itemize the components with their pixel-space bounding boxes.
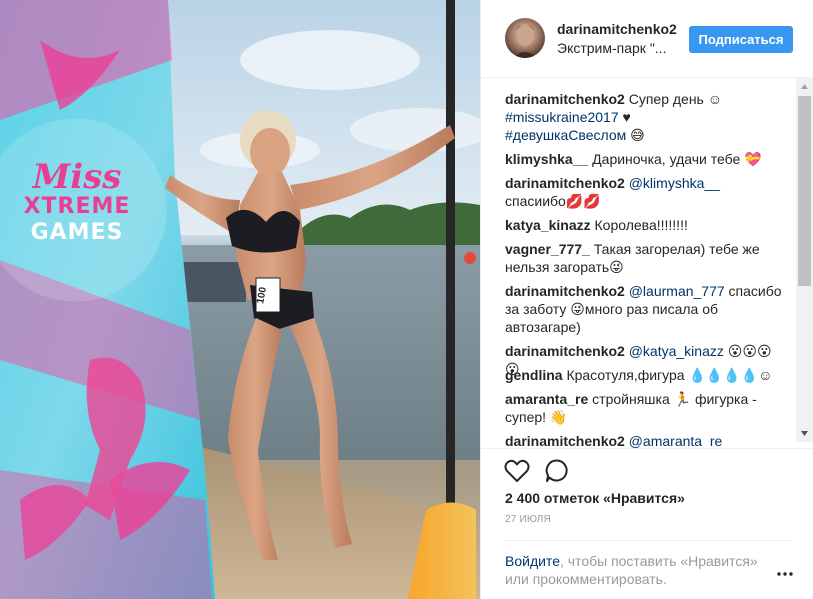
- avatar[interactable]: [505, 18, 545, 58]
- banner-text-games: GAMES: [30, 220, 124, 245]
- photo-illustration: [0, 0, 480, 599]
- comment-line: автозагаре): [505, 318, 785, 336]
- comment-text: Супер день ☺: [624, 91, 723, 107]
- comment-tag-link[interactable]: #missukraine2017: [505, 109, 619, 125]
- comment-text: за заботу 😜много раз писала об: [505, 301, 719, 317]
- comment-line: спасиибо💋💋: [505, 192, 785, 210]
- comment-username[interactable]: katya_kinazz: [505, 217, 591, 233]
- comment-tag-link[interactable]: @katya_kinazz: [629, 343, 724, 359]
- comment-line: #девушкаСвеслом 😅: [505, 126, 785, 144]
- post-photo[interactable]: Miss XTREME GAMES 100: [0, 0, 480, 599]
- comment-text: Красотуля,фигура 💧💧💧💧☺: [562, 367, 773, 383]
- banner-text-miss: Miss: [32, 157, 122, 197]
- scrollbar-thumb[interactable]: [798, 96, 811, 286]
- post-details-panel: darinamitchenko2 Экстрим-парк "... Подпи…: [480, 0, 813, 599]
- post-date[interactable]: 27 ИЮЛЯ: [505, 514, 551, 525]
- comment-username[interactable]: darinamitchenko2: [505, 175, 625, 191]
- comment-tag-link[interactable]: @klimyshka__: [629, 175, 720, 191]
- comment-username[interactable]: gendlina: [505, 367, 563, 383]
- comment-username[interactable]: klimyshka__: [505, 151, 588, 167]
- comment-text: спасиибо💋💋: [505, 193, 601, 209]
- comments-scrollbar[interactable]: [796, 78, 813, 442]
- login-prompt: Войдите, чтобы поставить «Нравится» или …: [505, 552, 765, 588]
- comment-username[interactable]: darinamitchenko2: [505, 343, 625, 359]
- comment-line: нельзя загорать😜: [505, 258, 785, 276]
- avatar-face-icon: [513, 24, 537, 58]
- comment-line: klimyshka__ Дариночка, удачи тебе 💝: [505, 150, 785, 168]
- comment-line: gendlina Красотуля,фигура 💧💧💧💧☺: [505, 366, 785, 384]
- comment-line: vagner_777_ Такая загорелая) тебе же: [505, 240, 785, 258]
- actions-divider: [505, 540, 790, 541]
- scroll-down-arrow-icon[interactable]: [796, 425, 813, 442]
- comment-line: katya_kinazz Королева!!!!!!!!: [505, 216, 785, 234]
- scroll-up-arrow-icon[interactable]: [796, 78, 813, 95]
- header-location[interactable]: Экстрим-парк "...: [557, 40, 666, 56]
- comment-text: нельзя загорать😜: [505, 259, 624, 275]
- comment-username[interactable]: darinamitchenko2: [505, 283, 625, 299]
- comment-text: Дариночка, удачи тебе 💝: [588, 151, 762, 167]
- comment-text: Королева!!!!!!!!: [590, 217, 688, 233]
- comment-username[interactable]: darinamitchenko2: [505, 433, 625, 448]
- comment-text: Такая загорелая) тебе же: [589, 241, 760, 257]
- comment-text: ♥: [618, 109, 631, 125]
- post-actions: 2 400 отметок «Нравится» 27 ИЮЛЯ Войдите…: [481, 448, 813, 599]
- banner-text: Miss XTREME GAMES: [12, 160, 142, 246]
- comment-line: за заботу 😜много раз писала об: [505, 300, 785, 318]
- comment-line: amaranta_re стройняшка 🏃 фигурка -: [505, 390, 785, 408]
- login-link[interactable]: Войдите: [505, 553, 560, 569]
- comment-tag-link[interactable]: @laurman_777: [629, 283, 725, 299]
- post-header: darinamitchenko2 Экстрим-парк "... Подпи…: [481, 0, 813, 78]
- header-username[interactable]: darinamitchenko2: [557, 21, 677, 37]
- comment-line: супер! 👋: [505, 408, 785, 426]
- comment-text: 😅: [626, 127, 645, 143]
- comment-username[interactable]: darinamitchenko2: [505, 91, 625, 107]
- comments-list: darinamitchenko2 Супер день ☺ #missukrain…: [481, 78, 813, 448]
- likes-count[interactable]: 2 400 отметок «Нравится»: [505, 490, 685, 506]
- comment-text: спасибо: [724, 283, 782, 299]
- banner-text-xtreme: XTREME: [23, 194, 131, 219]
- comment-tag-link[interactable]: @amaranta_re: [629, 433, 723, 448]
- heart-outline-icon[interactable]: [503, 457, 531, 485]
- comment-line: darinamitchenko2 @amaranta_re: [505, 432, 785, 448]
- comment-text: стройняшка 🏃 фигурка -: [588, 391, 757, 407]
- comment-text: супер! 👋: [505, 409, 568, 425]
- three-dots-icon[interactable]: [775, 567, 795, 579]
- comment-line: darinamitchenko2 Супер день ☺: [505, 90, 785, 108]
- comment-line: #missukraine2017 ♥: [505, 108, 785, 126]
- comment-text: автозагаре): [505, 319, 581, 335]
- comment-username[interactable]: vagner_777_: [505, 241, 590, 257]
- speech-bubble-icon[interactable]: [543, 457, 571, 485]
- follow-button[interactable]: Подписаться: [689, 26, 793, 53]
- instagram-post: Miss XTREME GAMES 100 darinamitchenko2 Э…: [0, 0, 813, 599]
- comment-username[interactable]: amaranta_re: [505, 391, 588, 407]
- comment-line: darinamitchenko2 @laurman_777 спасибо: [505, 282, 785, 300]
- comment-tag-link[interactable]: #девушкаСвеслом: [505, 127, 626, 143]
- comment-line: darinamitchenko2 @klimyshka__: [505, 174, 785, 192]
